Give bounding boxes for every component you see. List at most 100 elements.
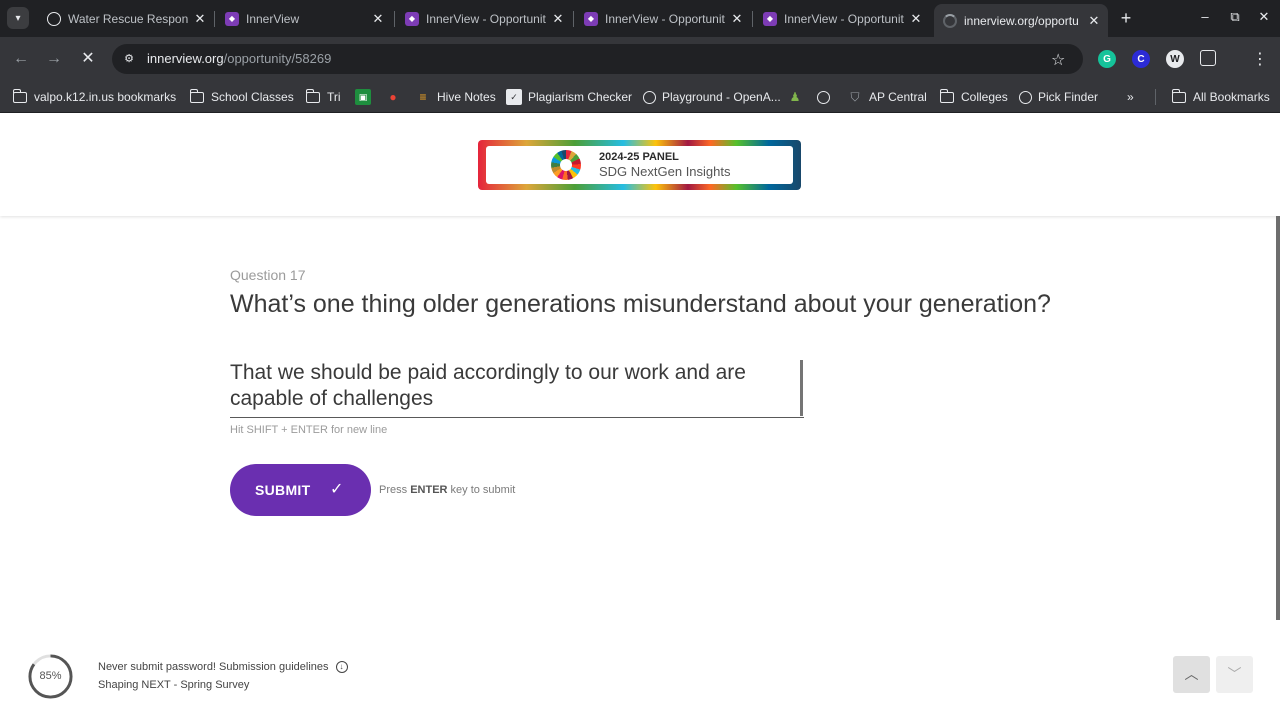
tab-5[interactable]: ◆ InnerView - Opportunit ✕: [754, 4, 930, 33]
bookmark-school-classes[interactable]: School Classes: [189, 87, 294, 107]
question-title: What’s one thing older generations misun…: [230, 290, 1051, 318]
survey-name: Shaping NEXT - Spring Survey: [98, 679, 250, 691]
browser-toolbar: ← → ✕ ⚙ innerview.org/opportunity/58269 …: [0, 37, 1280, 81]
tab-2[interactable]: ◆ InnerView ✕: [216, 4, 392, 33]
bookmark-plagiarism-checker[interactable]: ✓ Plagiarism Checker: [506, 87, 632, 107]
google-classroom-icon: ▣: [355, 89, 371, 105]
page-header: 2024-25 PANEL SDG NextGen Insights: [0, 113, 1280, 216]
tab-title: innerview.org/opportu: [964, 13, 1079, 28]
extension-c-icon[interactable]: C: [1132, 50, 1150, 68]
tab-separator: [394, 11, 395, 27]
guidelines-row[interactable]: Never submit password! Submission guidel…: [98, 661, 348, 673]
bookmark-sheets[interactable]: ▣: [355, 87, 377, 107]
bookmark-hive-notes[interactable]: ≡ Hive Notes: [415, 87, 496, 107]
banner-line1: 2024-25 PANEL: [599, 151, 679, 163]
bookmark-maps[interactable]: ●: [385, 87, 407, 107]
bookmark-chess[interactable]: ♟: [787, 87, 809, 107]
tab-title: InnerView - Opportunit: [605, 11, 725, 26]
back-icon[interactable]: ←: [12, 50, 30, 68]
more-bookmarks-icon[interactable]: »: [1127, 87, 1134, 107]
restore-icon[interactable]: ⧉: [1227, 9, 1243, 25]
extensions-puzzle-icon[interactable]: [1200, 50, 1216, 66]
close-icon[interactable]: ✕: [550, 11, 566, 27]
folder-icon: [12, 88, 28, 105]
innerview-icon: ◆: [584, 11, 598, 26]
tab-6-active[interactable]: innerview.org/opportu ✕: [934, 4, 1108, 37]
bookmark-ap-central[interactable]: ⛉ AP Central: [847, 87, 927, 107]
page: 2024-25 PANEL SDG NextGen Insights Quest…: [0, 113, 1280, 720]
sdg-panel-banner: 2024-25 PANEL SDG NextGen Insights: [478, 140, 801, 190]
hive-icon: ≡: [419, 90, 427, 104]
shield-icon: ⛉: [850, 89, 860, 104]
answer-textarea[interactable]: That we should be paid accordingly to ou…: [230, 360, 804, 418]
tab-search-icon[interactable]: ▾: [7, 7, 29, 29]
next-question-button[interactable]: ﹀: [1216, 656, 1253, 693]
tab-4[interactable]: ◆ InnerView - Opportunit ✕: [575, 4, 751, 33]
bookmark-valpo[interactable]: valpo.k12.in.us bookmarks: [12, 87, 176, 107]
basketball-icon: [1019, 90, 1032, 104]
download-icon[interactable]: ↓: [335, 661, 348, 673]
url-path: /opportunity/58269: [223, 51, 332, 66]
bookmark-label: School Classes: [211, 90, 294, 104]
bookmark-label: Tri: [327, 90, 341, 104]
bookmark-label: Hive Notes: [437, 90, 496, 104]
folder-icon: [939, 88, 955, 105]
bookmark-star-icon[interactable]: ☆: [1051, 50, 1065, 70]
guidelines-link[interactable]: Never submit password! Submission guidel…: [98, 661, 329, 673]
folder-icon: [189, 88, 205, 105]
minimize-icon[interactable]: –: [1197, 9, 1213, 24]
answer-text[interactable]: That we should be paid accordingly to ou…: [230, 360, 790, 412]
bookmark-pick-finder[interactable]: Pick Finder: [1019, 87, 1098, 107]
site-settings-icon[interactable]: ⚙: [122, 52, 136, 66]
url-text[interactable]: innerview.org/opportunity/58269: [147, 51, 331, 66]
question-number: Question 17: [230, 267, 306, 283]
stop-loading-icon[interactable]: ✕: [79, 50, 97, 68]
forward-icon[interactable]: →: [45, 50, 63, 68]
submit-label: SUBMIT: [255, 482, 311, 498]
tab-strip: ▾ Water Rescue Respons ✕ ◆ InnerView ✕ ◆…: [0, 0, 1280, 37]
tab-1[interactable]: Water Rescue Respons ✕: [38, 4, 214, 33]
enter-hint-suffix: key to submit: [450, 484, 516, 496]
tab-3[interactable]: ◆ InnerView - Opportunit ✕: [396, 4, 572, 33]
document-check-icon: ✓: [506, 89, 522, 105]
bookmark-label: All Bookmarks: [1193, 90, 1270, 104]
bookmark-playground[interactable]: Playground - OpenA...: [643, 87, 781, 107]
innerview-icon: ◆: [225, 11, 239, 26]
close-icon[interactable]: ✕: [1086, 13, 1102, 29]
extension-w-icon[interactable]: W: [1166, 50, 1184, 68]
checkmark-icon: ✓: [330, 481, 344, 498]
tab-title: InnerView - Opportunit: [426, 11, 546, 26]
tab-separator: [214, 11, 215, 27]
bookmark-separator: [1155, 89, 1156, 105]
progress-percent: 85%: [39, 670, 62, 682]
bookmark-label: AP Central: [869, 90, 927, 104]
close-icon[interactable]: ✕: [729, 11, 745, 27]
banner-inner: 2024-25 PANEL SDG NextGen Insights: [486, 146, 793, 184]
new-tab-button[interactable]: +: [1116, 8, 1136, 28]
bookmark-tri[interactable]: Tri: [305, 87, 341, 107]
tab-title: InnerView: [246, 11, 300, 26]
tab-separator: [573, 11, 574, 27]
grammarly-icon[interactable]: G: [1098, 50, 1116, 68]
bookmark-label: Plagiarism Checker: [528, 90, 633, 104]
folder-icon: [305, 88, 321, 105]
textarea-scrollbar[interactable]: [800, 360, 803, 416]
loading-icon: [943, 13, 957, 28]
bookmark-openai[interactable]: [817, 87, 836, 107]
close-icon[interactable]: ✕: [192, 11, 208, 27]
submit-button[interactable]: SUBMIT ✓: [230, 464, 371, 516]
close-icon[interactable]: ✕: [370, 11, 386, 27]
scrollbar[interactable]: [1276, 216, 1280, 620]
bookmark-label: Colleges: [961, 90, 1008, 104]
more-menu-icon[interactable]: ⋮: [1252, 49, 1268, 69]
previous-question-button[interactable]: ︿: [1173, 656, 1210, 693]
close-icon[interactable]: ✕: [908, 11, 924, 27]
bookmark-colleges[interactable]: Colleges: [939, 87, 1008, 107]
bookmark-all-bookmarks[interactable]: All Bookmarks: [1171, 87, 1270, 107]
window-close-icon[interactable]: ✕: [1256, 9, 1272, 25]
enter-hint-prefix: Press: [379, 484, 408, 496]
tab-title: Water Rescue Respons: [68, 11, 188, 26]
bookmark-label: Pick Finder: [1038, 90, 1099, 104]
address-bar[interactable]: ⚙ innerview.org/opportunity/58269 ☆: [112, 44, 1083, 74]
banner-year: 2024-25: [599, 151, 640, 163]
